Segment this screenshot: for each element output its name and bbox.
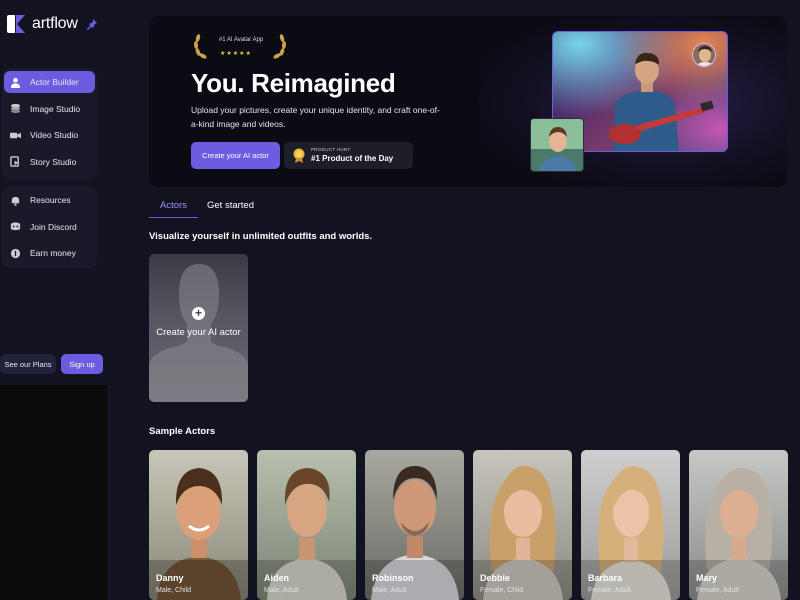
actor-name: Mary bbox=[696, 573, 718, 583]
actor-card-robinson[interactable]: Robinson Male, Adult bbox=[365, 450, 464, 600]
create-actor-label: Create your AI actor bbox=[156, 327, 241, 338]
sidebar-item-label: Join Discord bbox=[30, 221, 77, 232]
actor-meta: Male, Adult bbox=[372, 587, 407, 594]
hero-description: Upload your pictures, create your unique… bbox=[191, 105, 440, 129]
actor-meta: Male, Child bbox=[156, 587, 192, 594]
rating-stars: ★★★★★ bbox=[220, 51, 252, 57]
sidebar-item-label: Resources bbox=[30, 195, 71, 205]
bell-icon bbox=[10, 195, 21, 206]
award-badge-text: #1 AI Avatar App bbox=[218, 37, 264, 43]
sidebar-item-join-discord[interactable]: Join Discord bbox=[4, 216, 95, 238]
sidebar-item-label: Earn money bbox=[30, 248, 76, 258]
tab-actors[interactable]: Actors bbox=[149, 196, 198, 218]
artflow-logo-icon bbox=[5, 14, 27, 34]
sidebar: artflow Actor Builder Image Studio Video… bbox=[0, 0, 107, 600]
actor-name: Danny bbox=[156, 573, 184, 583]
hero-selfie-image bbox=[530, 118, 584, 172]
content-tabs: Actors bbox=[149, 196, 198, 218]
sidebar-item-label: Video Studio bbox=[30, 130, 79, 140]
actor-meta: Male, Adult bbox=[264, 587, 299, 594]
discord-icon bbox=[10, 221, 21, 232]
actor-name: Robinson bbox=[372, 573, 414, 583]
sidebar-item-label: Actor Builder bbox=[30, 77, 79, 87]
sidebar-item-resources[interactable]: Resources bbox=[4, 189, 95, 211]
plus-icon: + bbox=[192, 307, 205, 320]
sidebar-item-story-studio[interactable]: Story Studio bbox=[4, 151, 95, 173]
pin-icon[interactable] bbox=[87, 18, 97, 30]
actor-card-mary[interactable]: Mary Female, Adult bbox=[689, 450, 788, 600]
sample-actors-list: Danny Male, Child Aiden Male, Adult Robi… bbox=[149, 450, 788, 600]
create-actor-card[interactable]: + Create your AI actor bbox=[149, 254, 248, 402]
sidebar-item-image-studio[interactable]: Image Studio bbox=[4, 98, 95, 120]
sidebar-item-label: Image Studio bbox=[30, 103, 81, 114]
person-icon bbox=[10, 77, 21, 88]
actor-name: Aiden bbox=[264, 573, 290, 583]
create-ai-actor-button[interactable]: Create your AI actor bbox=[191, 142, 280, 169]
hero-title: You. Reimagined bbox=[191, 68, 396, 98]
actor-card-danny[interactable]: Danny Male, Child bbox=[149, 450, 248, 600]
actor-name: Barbara bbox=[588, 573, 623, 583]
product-hunt-badge[interactable]: PRODUCT HUNT #1 Product of the Day bbox=[284, 142, 413, 169]
actor-name: Debbie bbox=[480, 573, 511, 583]
product-hunt-award: #1 Product of the Day bbox=[311, 154, 394, 163]
layers-icon bbox=[10, 103, 21, 114]
sidebar-item-video-studio[interactable]: Video Studio bbox=[4, 124, 95, 146]
nav-group-studios: Actor Builder Image Studio Video Studio … bbox=[2, 68, 97, 179]
section-title-visualize: Visualize yourself in unlimited outfits … bbox=[149, 231, 373, 242]
see-plans-button[interactable]: See our Plans bbox=[0, 354, 56, 374]
sidebar-item-earn-money[interactable]: Earn money bbox=[4, 242, 95, 264]
actor-card-aiden[interactable]: Aiden Male, Adult bbox=[257, 450, 356, 600]
sidebar-item-label: Story Studio bbox=[30, 156, 77, 167]
actor-meta: Female, Child bbox=[480, 587, 524, 594]
actor-meta: Female, Adult bbox=[696, 587, 739, 594]
section-title-sample-actors: Sample Actors bbox=[149, 426, 216, 437]
sign-up-button[interactable]: Sign up bbox=[61, 354, 103, 374]
actor-meta: Female, Adult bbox=[588, 587, 631, 594]
app-logo[interactable]: artflow bbox=[5, 14, 78, 34]
medal-icon bbox=[293, 148, 305, 163]
user-avatar bbox=[692, 43, 716, 67]
actor-card-debbie[interactable]: Debbie Female, Child bbox=[473, 450, 572, 600]
hero-banner: #1 AI Avatar App ★★★★★ You. Reimagined U… bbox=[149, 16, 787, 187]
app-name: artflow bbox=[32, 15, 78, 32]
story-icon bbox=[10, 156, 21, 167]
sidebar-item-actor-builder[interactable]: Actor Builder bbox=[4, 71, 95, 93]
coin-icon bbox=[10, 248, 21, 259]
nav-group-community: Resources Join Discord Earn money bbox=[2, 186, 97, 268]
video-camera-icon bbox=[10, 130, 21, 141]
tab-get-started[interactable]: Get started bbox=[207, 200, 254, 211]
actor-card-barbara[interactable]: Barbara Female, Adult bbox=[581, 450, 680, 600]
product-hunt-label: PRODUCT HUNT bbox=[311, 147, 351, 152]
